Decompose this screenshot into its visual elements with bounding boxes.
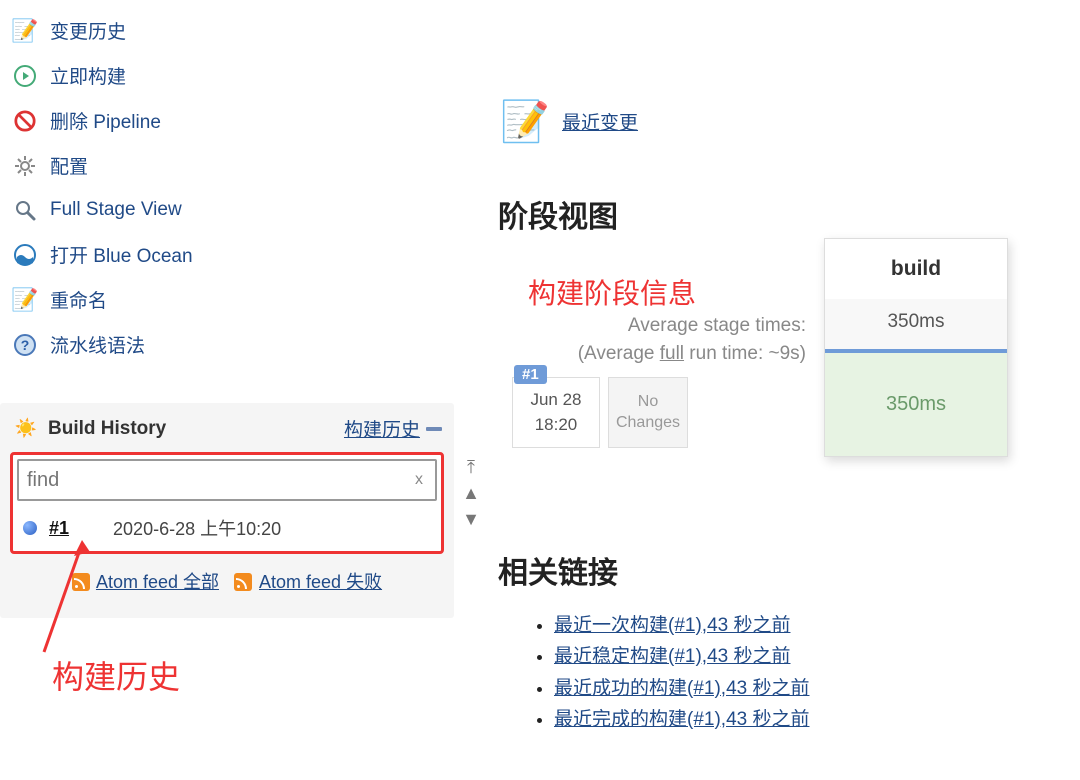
notepad-icon: 📝	[12, 18, 38, 44]
svg-text:?: ?	[21, 337, 30, 353]
sidebar-links: 📝 变更历史 立即构建 删除 Pipeline 配置 Full S	[0, 0, 460, 367]
stage-column-build: build 350ms 350ms	[824, 238, 1008, 457]
run-number-badge: #1	[514, 365, 547, 384]
stage-view-heading: 阶段视图	[498, 192, 1058, 236]
help-icon: ?	[12, 332, 38, 358]
build-history-header: ☀️ Build History 构建历史	[0, 403, 454, 452]
main-content: 📝 最近变更 阶段视图 构建阶段信息 build 350ms 350ms Ave…	[498, 0, 1058, 735]
related-link[interactable]: 最近成功的构建(#1),43 秒之前	[554, 678, 809, 699]
avg-line-2: (Average full run time: ~9s)	[498, 340, 806, 368]
sidebar-item-blue-ocean[interactable]: 打开 Blue Ocean	[4, 232, 460, 277]
sidebar: 📝 变更历史 立即构建 删除 Pipeline 配置 Full S	[0, 0, 460, 618]
edit-icon: 📝	[12, 287, 38, 313]
run-date-cell[interactable]: #1 Jun 28 18:20	[512, 377, 602, 448]
notepad-icon: 📝	[498, 94, 552, 148]
collapse-icon[interactable]	[426, 427, 442, 431]
atom-feed-fail-link[interactable]: Atom feed 失败	[259, 572, 382, 592]
related-links-list: 最近一次构建(#1),43 秒之前 最近稳定构建(#1),43 秒之前 最近成功…	[498, 610, 1058, 735]
build-timestamp: 2020-6-28 上午10:20	[113, 515, 281, 541]
magnifier-icon	[12, 197, 38, 223]
sidebar-item-build-now[interactable]: 立即构建	[4, 53, 460, 98]
scroll-up-icon[interactable]: ▲	[462, 484, 480, 502]
average-stage-times-label: Average stage times: (Average full run t…	[498, 312, 818, 367]
search-input[interactable]	[27, 469, 411, 492]
sidebar-item-configure[interactable]: 配置	[4, 143, 460, 188]
list-item: 最近成功的构建(#1),43 秒之前	[554, 673, 1058, 704]
list-item: 最近完成的构建(#1),43 秒之前	[554, 704, 1058, 735]
scroll-down-icon[interactable]: ▼	[462, 510, 480, 528]
sidebar-item-label: 重命名	[50, 286, 107, 313]
related-link[interactable]: 最近稳定构建(#1),43 秒之前	[554, 646, 790, 667]
run-changes-cell[interactable]: No Changes	[608, 377, 688, 448]
stage-run-cell[interactable]: 350ms	[825, 353, 1007, 456]
stage-average-cell: 350ms	[825, 299, 1007, 353]
sidebar-item-label: 变更历史	[50, 17, 126, 44]
sidebar-item-label: 立即构建	[50, 62, 126, 89]
build-number-link[interactable]: #1	[49, 518, 69, 539]
rss-icon	[234, 573, 252, 591]
list-item: 最近稳定构建(#1),43 秒之前	[554, 641, 1058, 672]
build-row[interactable]: #1 2020-6-28 上午10:20	[17, 501, 437, 545]
recent-changes-link[interactable]: 最近变更	[562, 108, 638, 135]
sidebar-item-delete-pipeline[interactable]: 删除 Pipeline	[4, 98, 460, 143]
atom-feed-all-link[interactable]: Atom feed 全部	[96, 572, 219, 592]
avg-line-1: Average stage times:	[498, 312, 806, 340]
stage-column-header: build	[825, 239, 1007, 299]
sidebar-item-rename[interactable]: 📝 重命名	[4, 277, 460, 322]
build-status-ball-icon	[23, 521, 37, 535]
sidebar-item-label: 删除 Pipeline	[50, 107, 161, 134]
sidebar-item-pipeline-syntax[interactable]: ? 流水线语法	[4, 322, 460, 367]
stage-run-row: #1 Jun 28 18:20 No Changes	[498, 377, 818, 448]
recent-changes: 📝 最近变更	[498, 94, 1058, 148]
related-links-heading: 相关链接	[498, 548, 1058, 592]
list-item: 最近一次构建(#1),43 秒之前	[554, 610, 1058, 641]
build-history-body: x #1 2020-6-28 上午10:20 ⤒ ▲ ▼ Atom feed 全…	[0, 452, 454, 610]
build-history-scroll-arrows: ⤒ ▲ ▼	[460, 458, 482, 528]
build-history-panel: ☀️ Build History 构建历史 x #1 2020-6-28 上午1…	[0, 403, 454, 618]
related-link[interactable]: 最近一次构建(#1),43 秒之前	[554, 615, 790, 636]
sidebar-item-label: Full Stage View	[50, 199, 182, 221]
build-history-search[interactable]: x	[17, 459, 437, 501]
sidebar-item-label: 打开 Blue Ocean	[50, 241, 193, 268]
sidebar-item-label: 配置	[50, 152, 88, 179]
clock-play-icon	[12, 63, 38, 89]
clear-search-icon[interactable]: x	[411, 471, 427, 489]
build-history-feeds: Atom feed 全部 Atom feed 失败	[10, 554, 444, 602]
build-history-trend-link[interactable]: 构建历史	[344, 415, 420, 442]
no-entry-icon	[12, 108, 38, 134]
sidebar-item-full-stage-view[interactable]: Full Stage View	[4, 188, 460, 232]
run-date: Jun 28 18:20	[512, 377, 600, 448]
blue-ocean-icon	[12, 242, 38, 268]
rss-icon	[72, 573, 90, 591]
gear-icon	[12, 153, 38, 179]
sun-icon: ☀️	[12, 418, 40, 439]
stage-row-headers: Average stage times: (Average full run t…	[498, 312, 818, 448]
sidebar-item-label: 流水线语法	[50, 331, 145, 358]
scroll-top-icon[interactable]: ⤒	[467, 458, 475, 476]
sidebar-item-changes[interactable]: 📝 变更历史	[4, 8, 460, 53]
build-history-title: Build History	[48, 418, 344, 440]
annotation-highlight-box: x #1 2020-6-28 上午10:20	[10, 452, 444, 554]
annotation-history-label: 构建历史	[52, 652, 180, 698]
related-link[interactable]: 最近完成的构建(#1),43 秒之前	[554, 709, 809, 730]
